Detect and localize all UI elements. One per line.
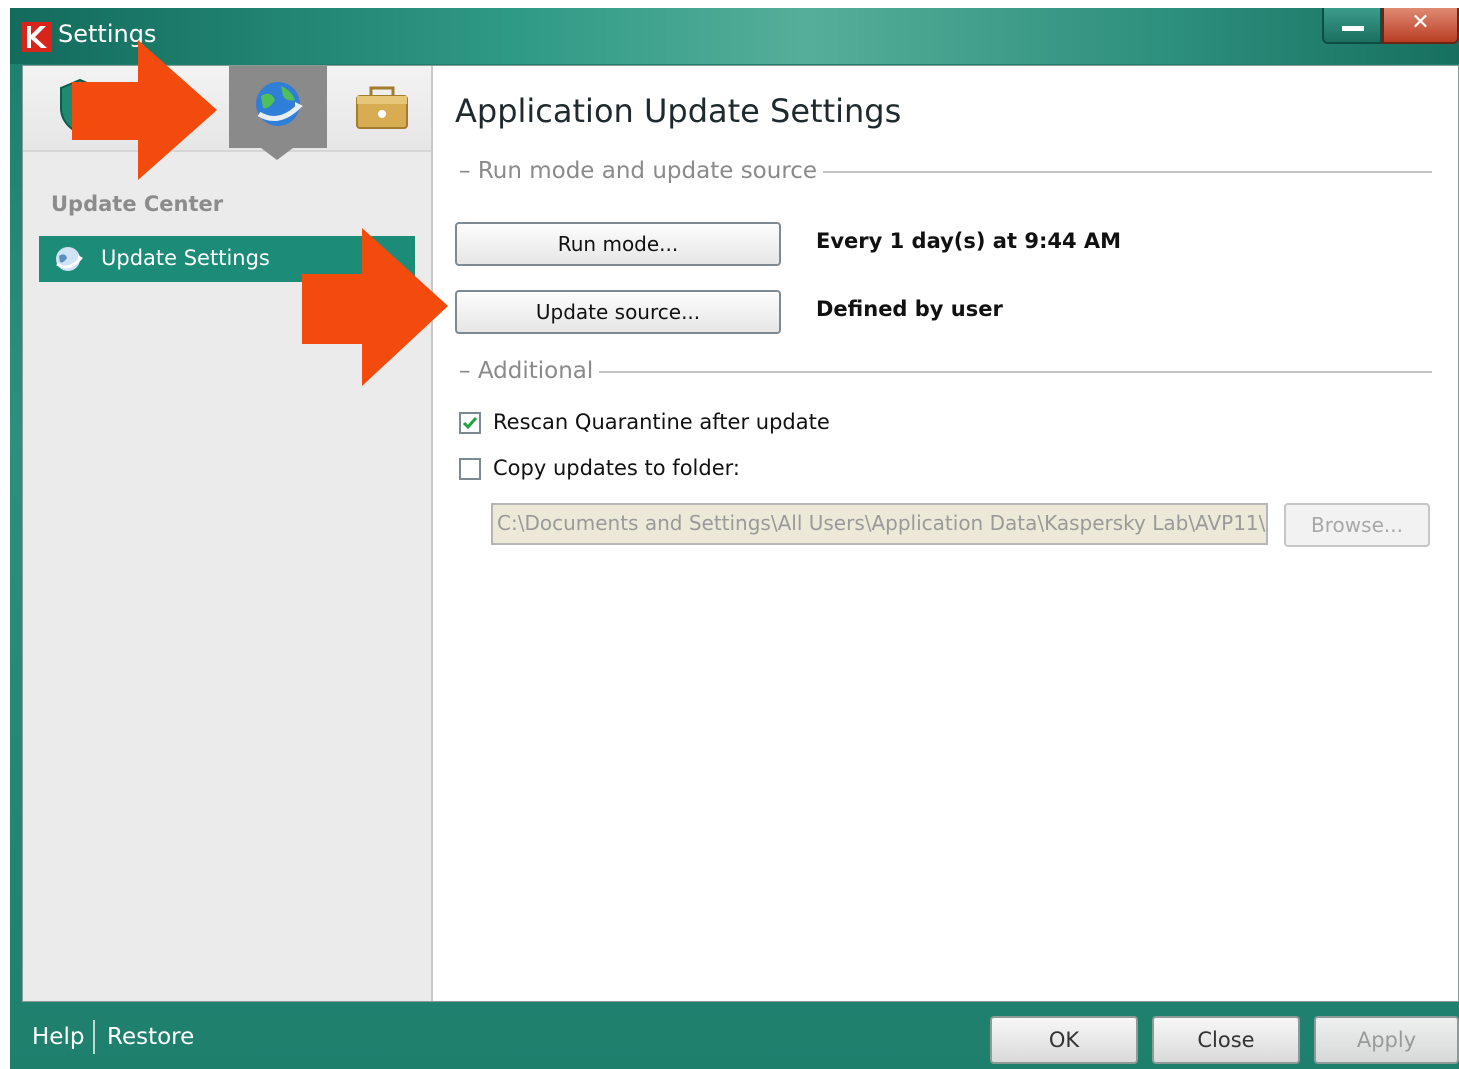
folder-path-field[interactable]: C:\Documents and Settings\All Users\Appl… — [491, 503, 1268, 545]
sidebar-item-label: Update Settings — [101, 246, 270, 270]
copy-updates-label[interactable]: Copy updates to folder: — [493, 456, 740, 480]
close-icon: ✕ — [1411, 10, 1430, 35]
run-mode-value: Every 1 day(s) at 9:44 AM — [816, 229, 1122, 253]
minimize-button[interactable] — [1322, 8, 1382, 44]
globe-update-icon — [256, 82, 303, 126]
help-link[interactable]: Help — [32, 1024, 84, 1050]
footer-bar: Help Restore OK Close Apply — [10, 1002, 1459, 1069]
rescan-quarantine-checkbox[interactable] — [459, 412, 481, 434]
group-title: Additional — [477, 358, 594, 384]
browse-button[interactable]: Browse... — [1284, 503, 1430, 547]
page-title: Application Update Settings — [455, 92, 902, 130]
footer-separator — [93, 1020, 95, 1054]
update-source-value: Defined by user — [816, 297, 1003, 321]
rescan-quarantine-label[interactable]: Rescan Quarantine after update — [493, 410, 830, 434]
close-window-button[interactable]: ✕ — [1382, 8, 1459, 44]
tab-update[interactable] — [229, 66, 327, 148]
close-button[interactable]: Close — [1152, 1016, 1300, 1064]
ok-button[interactable]: OK — [990, 1016, 1138, 1064]
globe-update-icon — [56, 247, 83, 271]
sidebar: Update Center Update Settings — [23, 66, 433, 1001]
client-area: Update Center Update Settings Applicatio… — [22, 65, 1459, 1002]
group-header-run-mode: – Run mode and update source — [459, 157, 1432, 185]
tab-tools[interactable] — [333, 66, 431, 148]
run-mode-button[interactable]: Run mode... — [455, 222, 781, 266]
group-header-additional: – Additional — [459, 357, 1432, 385]
annotation-arrow-icon — [72, 40, 217, 180]
title-bar[interactable]: Settings ✕ — [10, 8, 1459, 64]
update-source-button[interactable]: Update source... — [455, 290, 781, 334]
main-panel: Application Update Settings – Run mode a… — [433, 66, 1458, 1001]
annotation-arrow-icon — [302, 228, 448, 386]
checkmark-icon — [462, 417, 478, 430]
group-title: Run mode and update source — [477, 158, 818, 184]
selected-tab-pointer — [261, 148, 293, 160]
copy-updates-checkbox[interactable] — [459, 458, 481, 480]
group-label: – Run mode and update source — [459, 157, 824, 185]
toolbox-icon — [356, 86, 408, 129]
minimize-icon — [1342, 26, 1364, 31]
kaspersky-logo-icon — [22, 22, 52, 52]
settings-window: Settings ✕ Update Center Update Settings… — [10, 8, 1459, 1069]
group-divider — [459, 371, 1432, 373]
group-label: – Additional — [459, 357, 600, 385]
apply-button[interactable]: Apply — [1314, 1016, 1459, 1064]
section-label-update-center: Update Center — [51, 192, 224, 216]
restore-link[interactable]: Restore — [107, 1024, 194, 1050]
